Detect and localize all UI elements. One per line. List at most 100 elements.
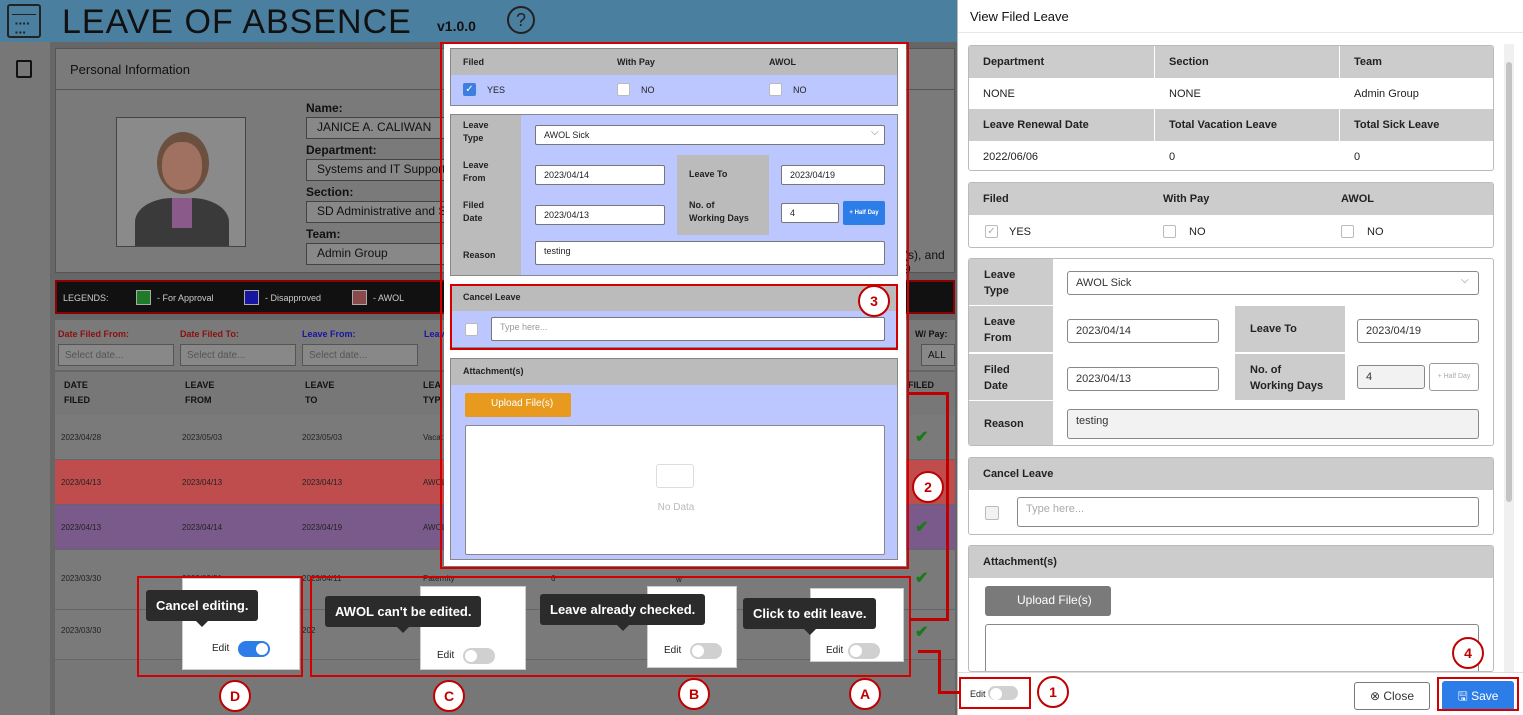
legend-awol-swatch [352,290,367,305]
section-field: SD Administrative and S [306,201,451,223]
working-days-label: No. of Working Days [677,195,769,235]
edit-toggle-d[interactable] [238,641,270,657]
edit-label-d: Edit [212,643,230,654]
leave-to-input[interactable]: 2023/04/19 [781,165,885,185]
filed-date-input[interactable]: 2023/04/13 [535,205,665,225]
half-day-button[interactable]: + Half Day [843,201,885,225]
team-label: Team: [306,227,341,241]
department-label: Department: [306,143,377,157]
panel-cancel-section: Cancel Leave Type here... [968,457,1494,535]
legend-approval-swatch [136,290,151,305]
employee-info-grid: Department Section Team NONE NONE Admin … [968,45,1494,171]
close-icon: ⊗ [1369,689,1384,703]
edit-toggle-b[interactable] [690,643,722,659]
filter-leave-from-input[interactable]: Select date... [302,344,418,366]
panel-filed-section: Filed With Pay AWOL ✓ YES NO NO [968,182,1494,248]
check-icon: ✔ [915,570,929,587]
tooltip-cancel-editing: Cancel editing. [146,590,259,627]
marker-b: B [678,678,710,710]
col-filed: FILED [908,380,934,390]
document-icon[interactable] [16,60,32,78]
col-leave-type: LEA TYP [423,380,441,405]
tooltip-awol-cant-edit: AWOL can't be edited. [325,596,482,633]
panel-working-days-input[interactable]: 4 [1357,365,1425,389]
cancel-leave-checkbox[interactable] [465,323,478,336]
chevron-down-icon: ⌵ [1461,275,1469,286]
personal-info-title: Personal Information [70,62,190,77]
edit-label-b: Edit [664,645,682,656]
check-icon: ✔ [915,429,929,446]
filter-leave-to-label: Leav [424,329,445,339]
edit-label-a: Edit [826,645,844,656]
marker-2: 2 [912,471,944,503]
edit-toggle-a[interactable] [848,643,880,659]
legend-awol: - AWOL [373,293,405,303]
leave-type-select[interactable]: AWOL Sick [535,125,885,145]
working-days-input[interactable]: 4 [781,203,839,223]
filter-date-to-label: Date Filed To: [180,329,239,339]
panel-withpay-checkbox[interactable] [1163,225,1176,238]
legend-disapproved-swatch [244,290,259,305]
cancel-leave-header: Cancel Leave [451,285,897,311]
panel-attachments-section: Attachment(s) Upload File(s) [968,545,1494,672]
panel-half-day-button[interactable]: + Half Day [1429,363,1479,391]
tooltip-click-to-edit: Click to edit leave. [743,598,877,635]
marker-3: 3 [858,285,890,317]
filed-checkbox[interactable]: ✓ [463,83,476,96]
withpay-checkbox[interactable] [617,83,630,96]
view-filed-leave-panel: View Filed Leave Department Section Team… [957,0,1523,715]
filter-date-from-label: Date Filed From: [58,329,130,339]
sidebar [0,42,50,715]
filter-wpay-select[interactable]: ALL [921,344,955,366]
attachment-dropzone[interactable]: No Data [465,425,885,555]
panel-edit-toggle[interactable] [988,686,1018,700]
col-date-filed: DATE FILED [64,380,90,405]
marker-1: 1 [1037,676,1069,708]
cancel-reason-input[interactable]: Type here... [491,317,885,341]
legend-label: LEGENDS: [63,293,109,303]
check-icon: ✔ [915,624,929,641]
filter-date-from-input[interactable]: Select date... [58,344,174,366]
save-icon: 🖫 [1457,689,1472,703]
cancel-leave-section: Cancel Leave Type here... [450,284,898,348]
panel-reason-input[interactable]: testing [1067,409,1479,439]
panel-edit-label: Edit [970,689,986,699]
panel-upload-button[interactable]: Upload File(s) [985,586,1111,616]
marker-4: 4 [1452,637,1484,669]
awol-checkbox[interactable] [769,83,782,96]
filed-header: Filed [463,57,485,67]
panel-filed-checkbox[interactable]: ✓ [985,225,998,238]
panel-filed-date-input[interactable]: 2023/04/13 [1067,367,1219,391]
panel-scrollbar[interactable] [1504,44,1514,672]
leave-from-input[interactable]: 2023/04/14 [535,165,665,185]
check-icon: ✔ [915,519,929,536]
attachments-section: Attachment(s) Upload File(s) No Data [450,358,898,560]
app-version: v1.0.0 [437,18,476,34]
close-button[interactable]: ⊗ Close [1354,682,1430,710]
edit-label-c: Edit [437,650,455,661]
reason-input[interactable]: testing [535,241,885,265]
awol-header: AWOL [769,57,796,67]
save-button[interactable]: 🖫 Save [1442,681,1514,711]
info-text-tail: (s), and 9 [904,248,945,276]
legend-approval: - For Approval [157,293,214,303]
profile-photo [116,117,246,247]
panel-awol-checkbox[interactable] [1341,225,1354,238]
panel-leave-from-input[interactable]: 2023/04/14 [1067,319,1219,343]
team-field: Admin Group [306,243,451,265]
panel-cancel-reason-input[interactable]: Type here... [1017,497,1479,527]
panel-leave-type-select[interactable]: AWOL Sick [1067,271,1479,295]
edit-toggle-c[interactable] [463,648,495,664]
filter-date-to-input[interactable]: Select date... [180,344,296,366]
leave-detail-modal: Filed With Pay AWOL ✓ YES NO NO Leave Ty… [444,44,906,566]
panel-attachment-dropzone[interactable] [985,624,1479,671]
marker-d: D [219,680,251,712]
filed-section: Filed With Pay AWOL ✓ YES NO NO [450,48,898,106]
calendar-icon: ▪▪▪▪ ▪▪▪ [7,4,41,38]
upload-button[interactable]: Upload File(s) [465,393,571,417]
panel-cancel-checkbox[interactable] [985,506,999,520]
help-icon[interactable]: ? [507,6,535,34]
withpay-header: With Pay [617,57,655,67]
app-title: LEAVE OF ABSENCE [62,3,412,41]
panel-leave-to-input[interactable]: 2023/04/19 [1357,319,1479,343]
